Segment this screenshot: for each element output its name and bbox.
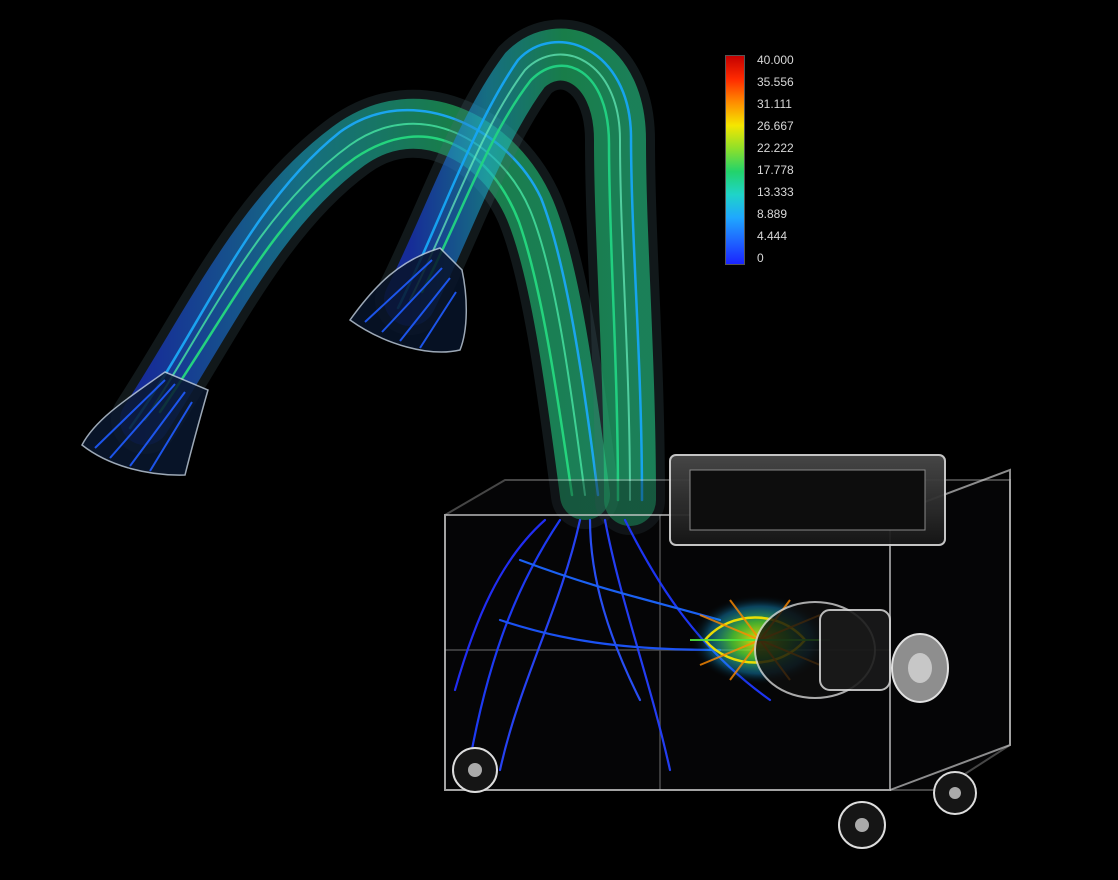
legend-label-26667: 26.667 [757, 119, 794, 133]
legend-label-4444: 4.444 [757, 229, 788, 243]
legend-label-35556: 35.556 [757, 75, 794, 89]
legend-label-40000: 40.000 [757, 53, 794, 67]
legend-label-31111: 31.111 [757, 97, 792, 111]
legend-label-0: 0 [757, 251, 764, 265]
wheel-front-right [838, 801, 886, 849]
legend-color-bar [725, 55, 745, 265]
legend-label-13333: 13.333 [757, 185, 794, 199]
legend-label-8889: 8.889 [757, 207, 788, 221]
legend-label-22222: 22.222 [757, 141, 794, 155]
legend-label-17778: 17.778 [757, 163, 794, 177]
wheel-front-left [452, 747, 498, 793]
wheel-rear-right [933, 771, 977, 815]
velocity-legend: 40.000 35.556 31.111 26.667 22.222 17.77… [725, 53, 835, 270]
left-hood [81, 371, 209, 476]
cfd-fume-extractor-render [81, 19, 1011, 849]
right-hood [348, 247, 467, 353]
